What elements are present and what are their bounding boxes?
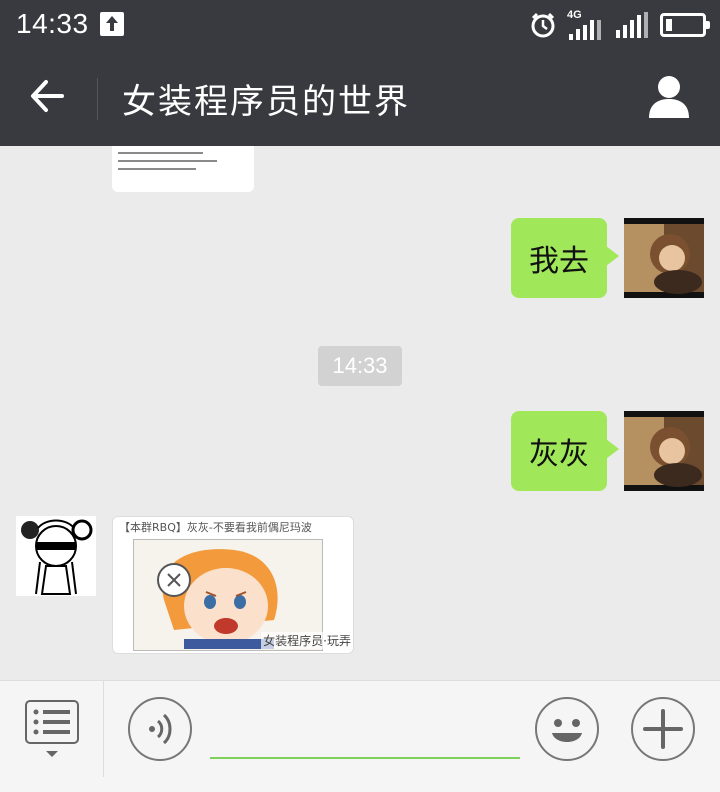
input-bar [0,680,720,792]
chat-info-button[interactable] [644,72,700,124]
message-text: 灰灰 [529,437,589,472]
image-message-partial[interactable] [112,146,254,192]
signal-icon [569,20,603,44]
status-time: 14:33 [16,8,89,39]
sticker-watermark: 女装程序员·玩弄 [261,632,353,649]
message-input[interactable] [210,709,520,759]
chat-area[interactable]: 我去 14:33 灰灰 【本群RBQ】灰灰-不要看我前偶尼玛波 女装程序员·玩弄 [0,146,720,680]
battery-fill [666,19,672,31]
arrow-left-icon [31,80,64,112]
message-text: 我去 [529,244,589,279]
list-menu-icon [25,700,79,757]
sticker-message[interactable]: 【本群RBQ】灰灰-不要看我前偶尼玛波 女装程序员·玩弄 [112,516,354,654]
battery-icon [660,13,710,37]
my-avatar[interactable] [624,411,704,491]
title-divider [97,78,98,120]
back-button[interactable] [18,74,78,122]
upload-icon [100,12,124,36]
menu-toggle-button[interactable] [0,681,104,777]
message-bubble-outgoing[interactable]: 灰灰 [511,411,619,491]
status-bar: 14:33 4G [0,0,720,50]
signal-icon-2 [616,12,650,42]
voice-button[interactable] [128,697,192,761]
sticker-caption: 【本群RBQ】灰灰-不要看我前偶尼玛波 [119,521,312,534]
sender-avatar[interactable] [16,516,96,596]
timestamp-label: 14:33 [318,346,402,386]
title-bar: 女装程序员的世界 [0,50,720,146]
alarm-icon [529,11,557,43]
plus-icon [643,709,683,749]
my-avatar[interactable] [624,218,704,298]
message-bubble-outgoing[interactable]: 我去 [511,218,619,298]
smiley-icon [552,719,582,742]
voice-icon [149,713,172,745]
emoji-button[interactable] [535,697,599,761]
person-icon [649,76,689,118]
more-actions-button[interactable] [631,697,695,761]
chat-title: 女装程序员的世界 [122,82,410,122]
